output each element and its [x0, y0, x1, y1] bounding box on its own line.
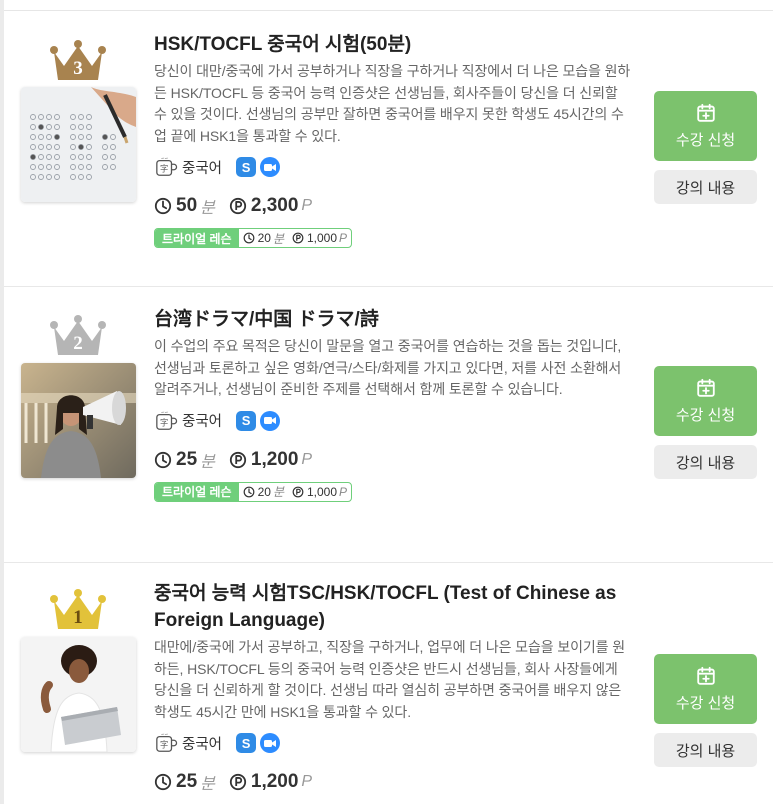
- point-coin-icon: [229, 451, 247, 469]
- trial-price: 1,000 P: [288, 485, 351, 499]
- calendar-plus-icon: [695, 102, 717, 124]
- trial-price-unit: P: [339, 231, 348, 245]
- course-description: 당신이 대만/중국에 가서 공부하거나 직장을 구하거나 직장에서 더 나은 모…: [154, 63, 631, 144]
- course-list: 3 HSK/TOCFL 중국어 시험(50분) 당신이 대만/중국에 가서 공부…: [4, 0, 773, 804]
- course-description: 대만에/중국에 가서 공부하고, 직장을 구하거나, 업무에 더 나은 모습을 …: [154, 639, 626, 720]
- price-unit: P: [301, 197, 313, 214]
- clock-icon: [154, 197, 172, 215]
- trial-duration-value: 20: [257, 484, 271, 499]
- course-detail-button[interactable]: 강의 내용: [654, 733, 757, 767]
- trial-price: 1,000 P: [288, 231, 351, 245]
- duration-unit: 분: [200, 776, 215, 793]
- trial-duration: 20 분: [239, 483, 288, 500]
- detail-label: 강의 내용: [675, 742, 736, 760]
- price-value: 2,300: [250, 195, 299, 216]
- course-detail-button[interactable]: 강의 내용: [654, 445, 757, 479]
- course-language: 중국어: [182, 414, 223, 430]
- laptop-photo: [21, 637, 136, 752]
- rank-crown-icon: 3: [48, 38, 108, 84]
- detail-label: 강의 내용: [675, 179, 736, 197]
- trial-duration: 20 분: [239, 230, 288, 247]
- point-coin-icon: [292, 486, 304, 498]
- price-unit: P: [301, 450, 313, 468]
- zoom-icon: [260, 157, 281, 177]
- clock-icon: [154, 773, 172, 791]
- language-cup-icon: [154, 410, 178, 432]
- enroll-label: 수강 신청: [675, 695, 736, 712]
- enroll-button[interactable]: 수강 신청: [654, 91, 757, 161]
- course-card: 3 HSK/TOCFL 중국어 시험(50분) 당신이 대만/중국에 가서 공부…: [4, 11, 773, 287]
- point-coin-icon: [292, 232, 304, 244]
- calendar-plus-icon: [695, 665, 717, 687]
- price-value: 1,200: [250, 771, 299, 792]
- trial-tag: 트라이얼 레슨: [155, 482, 239, 501]
- skype-icon: S: [236, 733, 257, 753]
- duration-value: 25: [176, 448, 198, 470]
- course-info: HSK/TOCFL 중국어 시험(50분) 당신이 대만/중국에 가서 공부하거…: [154, 31, 634, 248]
- course-prices: 50 분 2,300 P: [154, 193, 634, 219]
- enroll-button[interactable]: 수강 신청: [654, 366, 757, 436]
- course-card: 1 중국어 능력 시험TSC/HSK/TOCFL (Test of Chines…: [4, 563, 773, 804]
- language-cup-icon: [154, 732, 178, 754]
- zoom-icon: [260, 733, 281, 753]
- language-cup-icon: [154, 156, 178, 178]
- clock-icon: [154, 451, 172, 469]
- course-language: 중국어: [182, 736, 223, 753]
- course-detail-button[interactable]: 강의 내용: [654, 170, 757, 204]
- trial-tag: 트라이얼 레슨: [155, 229, 239, 247]
- trial-price-unit: P: [339, 484, 348, 499]
- course-info: 台湾ドラマ/中国 ドラマ/詩 이 수업의 주요 목적은 당신이 말문을 열고 중…: [154, 306, 634, 502]
- skype-icon: S: [236, 410, 257, 431]
- course-language: 중국어: [182, 160, 223, 177]
- duration-value: 50: [176, 195, 198, 216]
- enroll-label: 수강 신청: [675, 132, 736, 149]
- point-coin-icon: [229, 197, 247, 215]
- trial-duration-unit: 분: [272, 485, 284, 499]
- rank-number: 3: [73, 58, 83, 79]
- rank-crown-icon: 1: [48, 587, 108, 633]
- skype-icon: S: [236, 157, 257, 177]
- course-card: 2 台湾ドラマ/中国 ドラマ/詩 이 수업의 주요 목적은 당신이 말문을 열고…: [4, 287, 773, 563]
- price-unit: P: [301, 773, 313, 790]
- course-info: 중국어 능력 시험TSC/HSK/TOCFL (Test of Chinese …: [154, 580, 634, 795]
- course-prices: 25 분 1,200 P: [154, 769, 634, 795]
- point-coin-icon: [229, 773, 247, 791]
- course-prices: 25 분 1,200 P: [154, 447, 634, 473]
- trial-price-value: 1,000: [306, 484, 338, 499]
- trial-lesson-badge[interactable]: 트라이얼 레슨 20 분 1,000 P: [154, 228, 353, 248]
- course-title[interactable]: HSK/TOCFL 중국어 시험(50분): [154, 31, 634, 58]
- detail-label: 강의 내용: [675, 454, 736, 472]
- exam-sheet-photo: [21, 87, 136, 202]
- trial-lesson-badge[interactable]: 트라이얼 레슨 20 분 1,000 P: [154, 481, 353, 502]
- duration-unit: 분: [200, 200, 215, 217]
- enroll-button[interactable]: 수강 신청: [654, 654, 757, 724]
- course-title[interactable]: 台湾ドラマ/中国 ドラマ/詩: [154, 306, 634, 333]
- duration-value: 25: [176, 771, 198, 792]
- trial-price-value: 1,000: [306, 231, 338, 245]
- calendar-plus-icon: [695, 377, 717, 399]
- clock-icon: [243, 486, 255, 498]
- megaphone-photo: [21, 363, 136, 478]
- enroll-label: 수강 신청: [675, 407, 736, 424]
- rank-crown-icon: 2: [48, 313, 108, 359]
- course-meta: 중국어 S: [154, 155, 634, 179]
- course-meta: 중국어 S: [154, 409, 634, 433]
- course-description: 이 수업의 주요 목적은 당신이 말문을 열고 중국어를 연습하는 것을 돕는 …: [154, 338, 622, 397]
- rank-number: 1: [73, 607, 83, 628]
- course-title[interactable]: 중국어 능력 시험TSC/HSK/TOCFL (Test of Chinese …: [154, 580, 634, 634]
- price-value: 1,200: [250, 448, 299, 470]
- trial-duration-unit: 분: [272, 231, 284, 246]
- duration-unit: 분: [200, 453, 215, 471]
- zoom-icon: [260, 410, 281, 431]
- trial-duration-value: 20: [257, 231, 271, 245]
- rank-number: 2: [73, 333, 83, 354]
- clock-icon: [243, 232, 255, 244]
- course-meta: 중국어 S: [154, 731, 634, 755]
